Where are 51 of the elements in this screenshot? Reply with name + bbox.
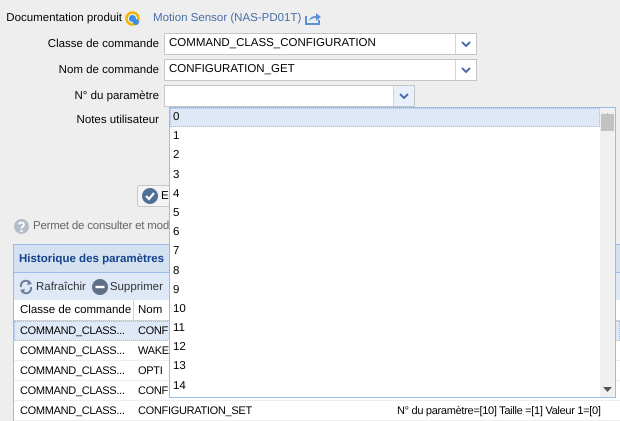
scroll-thumb[interactable] [601, 114, 614, 131]
table-cell: CONFIGURATION_SET [138, 405, 252, 417]
dropdown-option[interactable]: 7 [170, 242, 600, 262]
field-label: Documentation produit [6, 12, 122, 24]
field-label: Classe de commande [48, 38, 159, 50]
toolbar-button[interactable]: Rafraîchir [18, 278, 86, 294]
dropdown-option[interactable]: 14 [170, 376, 600, 396]
toolbar-button[interactable]: Supprimer [92, 278, 163, 294]
refresh-icon [18, 278, 34, 294]
dropdown-option[interactable]: 10 [170, 300, 600, 320]
field-label: Nom de commande [58, 64, 159, 76]
dropdown-field[interactable]: CONFIGURATION_GET [164, 59, 477, 81]
dropdown-option[interactable]: 2 [170, 146, 600, 166]
table-cell: CONF [138, 385, 168, 397]
table-cell: COMMAND_CLASS... [20, 365, 125, 377]
check-icon [142, 188, 158, 204]
help-text: Permet de consulter et mod [33, 220, 170, 232]
table-cell: COMMAND_CLASS... [20, 325, 125, 337]
scrollbar[interactable] [600, 108, 615, 397]
dropdown-option[interactable]: 8 [170, 262, 600, 281]
panel-title: Historique des paramètres [19, 252, 164, 264]
field-label: N° du paramètre [74, 90, 159, 102]
caret-icon[interactable] [399, 92, 409, 100]
dropdown-option[interactable]: 0 [170, 108, 600, 128]
table-row[interactable]: COMMAND_CLASS... CONFIGURATION_SET N° du paramètre=[10] Taille =[1] Valeur 1=[0] [14, 401, 620, 421]
table-cell: OPTI [138, 365, 162, 377]
table-cell: COMMAND_CLASS... [20, 345, 125, 357]
dropdown-field[interactable]: COMMAND_CLASS_CONFIGURATION [164, 33, 477, 55]
table-cell: COMMAND_CLASS... [20, 385, 125, 397]
dropdown-option[interactable]: 6 [170, 223, 600, 242]
help-icon [14, 218, 29, 234]
field-label: Notes utilisateur [76, 114, 159, 126]
table-cell: N° du paramètre=[10] Taille =[1] Valeur 1=[0] [397, 405, 601, 417]
column-header[interactable]: Classe de commande [14, 300, 134, 320]
product-link[interactable]: Motion Sensor (NAS-PD01T) [153, 12, 302, 24]
dropdown-option[interactable]: 11 [170, 319, 600, 338]
minus-icon [92, 278, 108, 294]
caret-icon[interactable] [461, 66, 471, 74]
dropdown-field[interactable] [164, 85, 415, 107]
caret-icon[interactable] [461, 40, 471, 48]
documentation-icon[interactable] [125, 10, 140, 26]
dropdown-option[interactable]: 3 [170, 166, 600, 185]
table-cell: COMMAND_CLASS... [20, 405, 125, 417]
table-cell: WAKE [138, 345, 169, 357]
table-cell: CONF [138, 325, 168, 337]
scroll-down-icon[interactable] [603, 387, 612, 393]
dropdown-option[interactable]: 13 [170, 357, 600, 377]
share-icon[interactable] [305, 11, 322, 25]
dropdown-option[interactable]: 12 [170, 338, 600, 358]
dropdown-option[interactable]: 9 [170, 280, 600, 300]
dropdown-option[interactable]: 1 [170, 127, 600, 146]
